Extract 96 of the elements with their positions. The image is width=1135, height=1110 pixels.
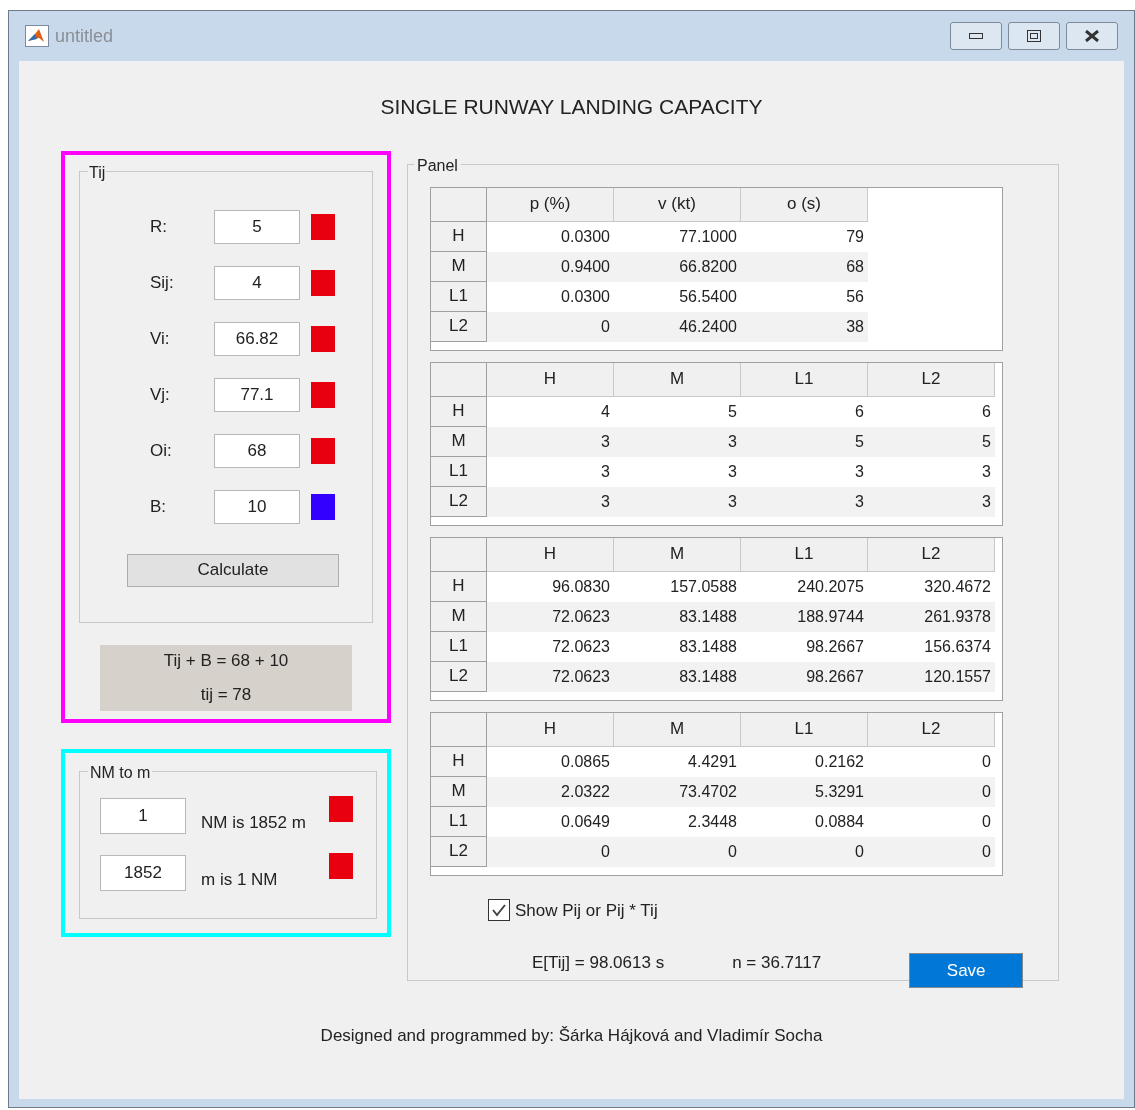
table-cell: 98.2667 [741, 661, 868, 692]
table-cell: 83.1488 [614, 661, 741, 692]
row-header: L1 [431, 631, 487, 662]
checkmark-icon [491, 903, 507, 918]
row-header: M [431, 776, 487, 807]
table-cell: 0 [487, 311, 614, 342]
row-header: M [431, 251, 487, 282]
table-cell: 0 [741, 836, 868, 867]
close-icon [1084, 30, 1100, 42]
table-cell: 0 [868, 776, 995, 807]
table-cell: 46.2400 [614, 311, 741, 342]
row-header: H [431, 571, 487, 602]
row-header: L2 [431, 486, 487, 517]
app-logo-icon [25, 25, 49, 47]
input-field[interactable]: 68 [214, 433, 300, 468]
column-header: o (s) [741, 187, 868, 222]
table-cell: 261.9378 [868, 601, 995, 632]
column-header: L1 [741, 712, 868, 747]
table-cell: 5 [868, 426, 995, 457]
field-label: Vj: [150, 383, 171, 406]
field-label: Sij: [150, 271, 175, 294]
credits-text: Designed and programmed by: Šárka Hájková and Vladimír Socha [320, 1024, 823, 1047]
table-cell: 0 [868, 836, 995, 867]
column-header: L2 [868, 537, 995, 572]
checkbox-label: Show Pij or Pij * Tij [515, 899, 658, 922]
conversion-text: m is 1 NM [201, 869, 279, 891]
column-header: p (%) [487, 187, 614, 222]
table-cell: 3 [614, 486, 741, 517]
conversion-text: NM is 1852 m [201, 811, 307, 834]
field-label: B: [150, 495, 168, 518]
calculate-button[interactable]: Calculate [127, 553, 339, 587]
app-heading: SINGLE RUNWAY LANDING CAPACITY [380, 94, 763, 120]
column-header: v (kt) [614, 187, 741, 222]
column-header: H [487, 712, 614, 747]
minimize-icon [969, 33, 983, 39]
input-field[interactable]: 5 [214, 209, 300, 244]
table-cell: 38 [741, 311, 868, 342]
table-cell: 72.0623 [487, 661, 614, 692]
table-cell: 72.0623 [487, 601, 614, 632]
table-cell: 3 [868, 486, 995, 517]
column-header: M [614, 712, 741, 747]
input-field[interactable]: 1852 [100, 855, 186, 891]
table-cell: 188.9744 [741, 601, 868, 632]
row-header: L1 [431, 456, 487, 487]
expected-value-text: E[Tij] = 98.0613 s [532, 951, 665, 974]
table-cell: 0 [614, 836, 741, 867]
table-cell: 66.8200 [614, 251, 741, 282]
row-header: L1 [431, 806, 487, 837]
field-label: R: [150, 215, 168, 238]
checkbox[interactable] [488, 899, 510, 922]
result-text: Tij + B = 68 + 10 [163, 650, 289, 672]
window-title: untitled [55, 24, 114, 48]
table-cell: 73.4702 [614, 776, 741, 807]
input-field[interactable]: 77.1 [214, 377, 300, 412]
input-field[interactable]: 66.82 [214, 321, 300, 356]
field-label: Vi: [150, 327, 171, 350]
column-header: H [487, 362, 614, 397]
column-header: L1 [741, 537, 868, 572]
table-cell: 83.1488 [614, 601, 741, 632]
column-header: M [614, 537, 741, 572]
input-field[interactable]: 4 [214, 265, 300, 300]
table-cell: 120.1557 [868, 661, 995, 692]
table-cell: 68 [741, 251, 868, 282]
table-cell: 0 [487, 836, 614, 867]
row-header: H [431, 746, 487, 777]
table-cell: 3 [487, 426, 614, 457]
close-button[interactable] [1066, 22, 1118, 50]
save-button[interactable]: Save [909, 953, 1024, 988]
table-cell: 3 [487, 486, 614, 517]
table-cell: 0.9400 [487, 251, 614, 282]
column-header: L2 [868, 362, 995, 397]
row-header: L2 [431, 311, 487, 342]
column-header: H [487, 537, 614, 572]
input-field[interactable]: 1 [100, 797, 186, 834]
table-cell: 3 [741, 486, 868, 517]
table-cell: 2.0322 [487, 776, 614, 807]
input-field[interactable]: 10 [214, 489, 300, 524]
n-value-text: n = 36.7117 [732, 951, 822, 974]
row-header: L1 [431, 281, 487, 312]
table-cell: 3 [614, 426, 741, 457]
column-header: L1 [741, 362, 868, 397]
row-header: M [431, 601, 487, 632]
column-header: L2 [868, 712, 995, 747]
field-label: Oi: [150, 439, 173, 462]
maximize-button[interactable] [1008, 22, 1060, 50]
table-cell: 5.3291 [741, 776, 868, 807]
table-cell: 5 [741, 426, 868, 457]
minimize-button[interactable] [950, 22, 1002, 50]
row-header: L2 [431, 661, 487, 692]
maximize-icon [1027, 30, 1041, 42]
column-header: M [614, 362, 741, 397]
row-header: H [431, 396, 487, 427]
row-header: H [431, 221, 487, 252]
result-text: tij = 78 [200, 683, 252, 706]
row-header: M [431, 426, 487, 457]
row-header: L2 [431, 836, 487, 867]
